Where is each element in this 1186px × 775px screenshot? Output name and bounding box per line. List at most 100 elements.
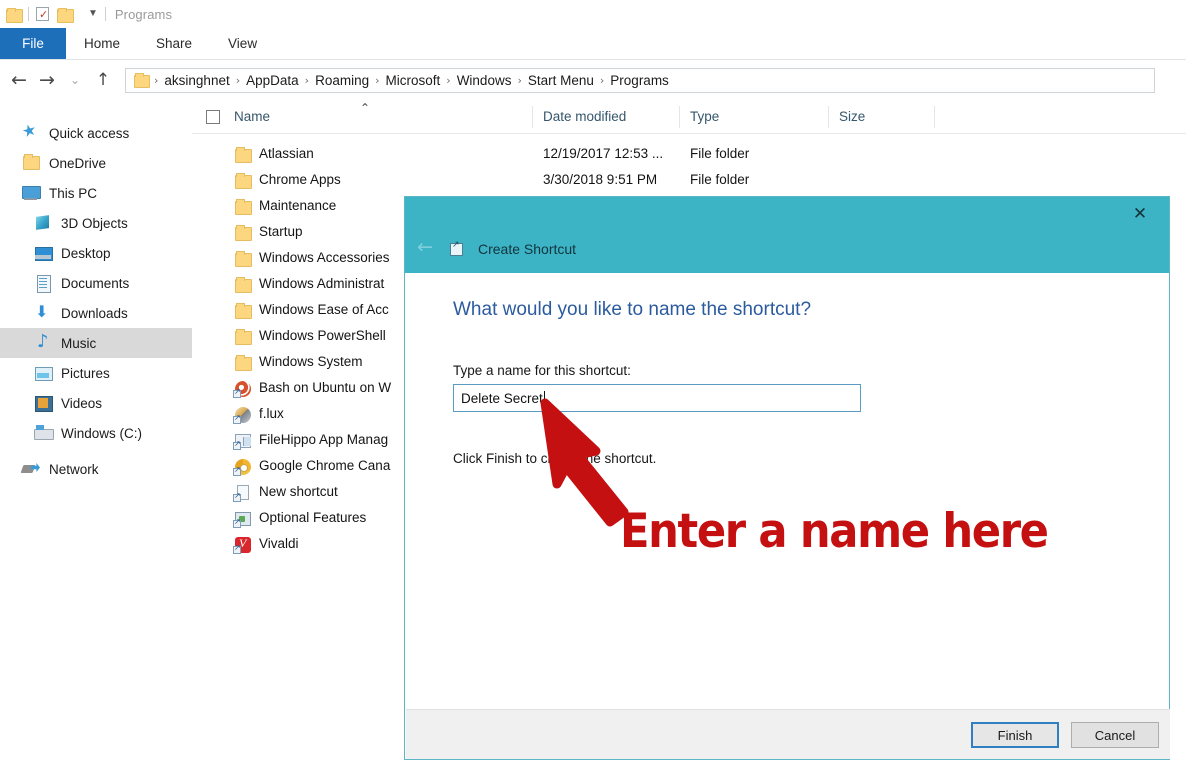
breadcrumb-item-0[interactable]: aksinghnet [160,73,233,88]
folder-icon [234,250,252,267]
chevron-down-icon[interactable]: ▼ [88,9,98,19]
dialog-heading: What would you like to name the shortcut… [453,299,812,320]
breadcrumb-item-5[interactable]: Start Menu [524,73,598,88]
3d-objects-icon [34,214,54,232]
shortcut-name-input[interactable]: Delete Secret [453,384,861,412]
dialog-header: ✕ ← Create Shortcut [405,197,1169,273]
column-header-size[interactable]: Size [839,109,865,124]
breadcrumb-separator-6[interactable]: › [598,74,606,87]
tab-file[interactable]: File [0,28,66,59]
folder-icon [234,224,252,241]
folder-icon [234,198,252,215]
music-icon [34,331,54,352]
sidebar-item-windows-c[interactable]: Windows (C:) [0,418,192,448]
sidebar-item-music[interactable]: Music [0,328,192,358]
finish-button[interactable]: Finish [971,722,1059,748]
breadcrumb-separator-3[interactable]: › [373,74,381,87]
close-icon[interactable]: ✕ [1119,200,1161,228]
column-divider-4[interactable] [934,106,935,128]
file-name: Maintenance [259,198,337,213]
select-all-checkbox[interactable] [206,110,220,124]
breadcrumb-separator-1[interactable]: › [234,74,242,87]
breadcrumb-separator-4[interactable]: › [444,74,452,87]
sidebar-item-desktop[interactable]: Desktop [0,238,192,268]
sidebar-item-network[interactable]: Network [0,454,192,484]
divider [28,7,29,21]
ribbon-tabs: File Home Share View [0,28,1186,59]
breadcrumb-separator-5[interactable]: › [515,74,523,87]
downloads-icon [34,302,54,322]
table-row[interactable]: Atlassian 12/19/2017 12:53 ... File fold… [192,142,1186,168]
file-date: 12/19/2017 12:53 ... [543,146,664,161]
shortcut-name-value: Delete Secret [461,390,543,406]
column-divider-3[interactable] [828,106,829,128]
dialog-footer: Finish Cancel [406,709,1170,759]
documents-icon [34,274,54,293]
folder-icon [234,276,252,293]
sidebar-item-downloads[interactable]: Downloads [0,298,192,328]
breadcrumb-separator-0[interactable]: › [152,74,160,87]
folder-icon [234,302,252,319]
file-name: Windows Administrat [259,276,385,291]
sidebar-item-label: Desktop [61,245,111,261]
up-button[interactable]: ↑ [89,71,117,89]
properties-icon[interactable]: ✓ [36,7,49,21]
breadcrumb-item-1[interactable]: AppData [242,73,303,88]
sidebar-item-label: Documents [61,275,130,291]
sidebar-item-label: This PC [49,185,98,201]
column-header-name[interactable]: Name [234,109,270,124]
forward-button[interactable]: → [33,70,61,90]
tab-home[interactable]: Home [66,28,138,59]
column-divider-1[interactable] [532,106,533,128]
navigation-pane: Quick access OneDrive This PC 3D Objects… [0,100,192,775]
tab-view[interactable]: View [210,28,275,59]
column-divider-2[interactable] [679,106,680,128]
breadcrumb-item-6[interactable]: Programs [606,73,673,88]
sidebar-item-label: 3D Objects [61,215,128,231]
back-button[interactable]: ← [5,70,33,90]
file-name: Chrome Apps [259,172,341,187]
window-title: Programs [114,6,173,22]
divider-2 [104,7,106,21]
tab-share[interactable]: Share [138,28,210,59]
vivaldi-shortcut-icon [233,536,252,554]
sidebar-item-label: Network [49,461,99,477]
sidebar-item-label: OneDrive [49,155,107,171]
sidebar-item-this-pc[interactable]: This PC [0,178,192,208]
new-folder-icon[interactable] [57,7,74,23]
sidebar-item-label: Pictures [61,365,110,381]
sidebar-item-3d-objects[interactable]: 3D Objects [0,208,192,238]
back-icon[interactable]: ← [417,238,433,257]
desktop-icon [34,244,54,262]
file-name: Bash on Ubuntu on W [259,380,392,395]
header-divider [192,133,1186,134]
breadcrumb-separator-2[interactable]: › [303,74,311,87]
file-name: Windows System [259,354,363,369]
new-shortcut-icon [233,484,252,502]
sidebar-item-label: Music [61,335,97,351]
dialog-title: Create Shortcut [478,241,577,257]
cancel-button[interactable]: Cancel [1071,722,1159,748]
sidebar-item-quick-access[interactable]: Quick access [0,118,192,148]
recent-locations-button[interactable]: ⌄ [61,74,89,86]
breadcrumb-item-3[interactable]: Microsoft [382,73,445,88]
breadcrumb-item-2[interactable]: Roaming [311,73,373,88]
sidebar-item-pictures[interactable]: Pictures [0,358,192,388]
this-pc-icon [22,184,42,202]
text-caret [543,390,545,406]
file-name: Atlassian [259,146,314,161]
sidebar-item-onedrive[interactable]: OneDrive [0,148,192,178]
sidebar-item-label: Videos [61,395,103,411]
sidebar-item-videos[interactable]: Videos [0,388,192,418]
column-header-type[interactable]: Type [690,109,719,124]
filehippo-shortcut-icon [233,432,252,450]
file-explorer-window: ✓ ▼ Programs File Home Share View ← → ⌄ … [0,0,1186,775]
breadcrumb-item-4[interactable]: Windows [453,73,516,88]
table-row[interactable]: Chrome Apps 3/30/2018 9:51 PM File folde… [192,168,1186,194]
file-type: File folder [690,146,750,161]
column-header-date-modified[interactable]: Date modified [543,109,626,124]
sidebar-item-documents[interactable]: Documents [0,268,192,298]
breadcrumb[interactable]: › aksinghnet › AppData › Roaming › Micro… [125,67,1155,93]
breadcrumb-folder-icon [134,73,150,88]
folder-icon [234,146,252,163]
